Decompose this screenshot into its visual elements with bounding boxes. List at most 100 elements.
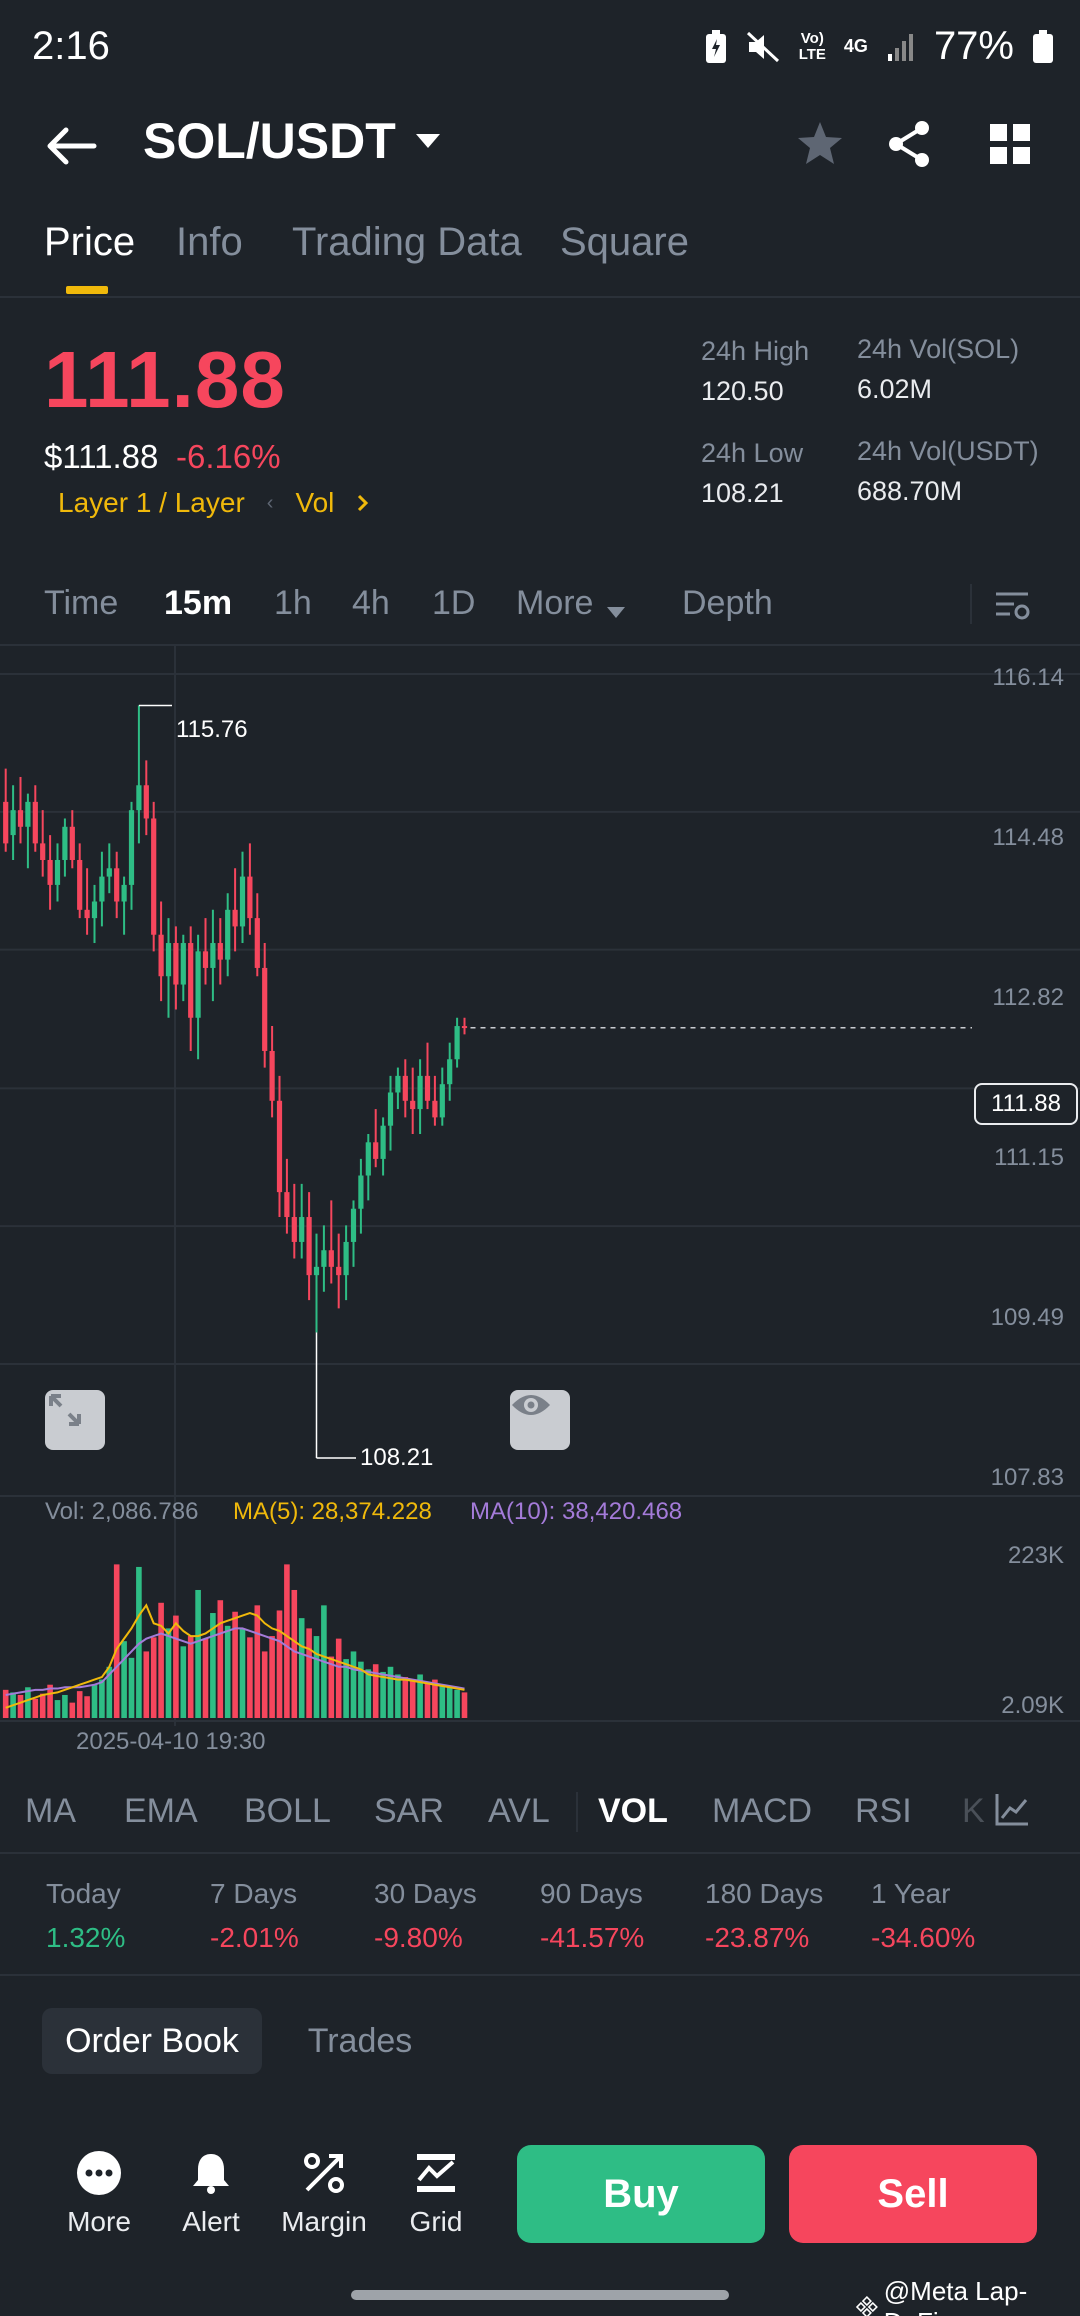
indicator-ma[interactable]: MA [25, 1792, 76, 1831]
candle-body [32, 801, 38, 844]
candle-body [387, 1092, 394, 1126]
candle-body [210, 943, 216, 968]
vol-value-label: Vol: 2,086.786 [45, 1498, 199, 1525]
perf-label: 7 Days [210, 1878, 298, 1909]
more-caret-icon[interactable] [606, 606, 626, 620]
volume-bar [180, 1646, 187, 1718]
back-arrow-icon[interactable] [44, 116, 104, 176]
grid-bot-icon [417, 2154, 455, 2192]
tab-square[interactable]: Square [560, 220, 689, 265]
fullscreen-button[interactable] [45, 1390, 105, 1450]
perf-value: 1.32% [46, 1922, 126, 1953]
candle-body [291, 1217, 297, 1242]
vol-axis-bottom: 2.09K [1001, 1692, 1064, 1719]
tab-price[interactable]: Price [44, 220, 135, 265]
perf-label: 180 Days [705, 1878, 824, 1909]
volume-bar [254, 1605, 261, 1718]
interval-15m[interactable]: 15m [164, 584, 232, 623]
kline-chart[interactable]: 116.14 114.48 112.82 111.15 109.49 107.8… [0, 646, 1080, 1761]
candle-body [69, 826, 75, 860]
indicator-macd[interactable]: MACD [712, 1792, 812, 1831]
grid-button[interactable]: Grid [386, 2150, 486, 2238]
layer-tag[interactable]: Layer 1 / Layer [58, 487, 245, 519]
perf-label: 90 Days [540, 1878, 643, 1909]
visibility-button[interactable] [510, 1390, 570, 1450]
volume-bar [313, 1636, 320, 1718]
margin-button[interactable]: Margin [274, 2150, 374, 2238]
volume-bar [380, 1671, 386, 1718]
caret-down-icon [415, 134, 440, 148]
active-tab-indicator [66, 286, 108, 294]
indicator-ema[interactable]: EMA [124, 1792, 198, 1831]
y-axis-label: 109.49 [990, 1304, 1064, 1331]
candle-body [321, 1250, 327, 1267]
candle-body [461, 1026, 468, 1029]
high-label: 24h High [701, 336, 810, 366]
ma5-label: MA(5): 28,374.228 [233, 1498, 432, 1525]
sell-button[interactable]: Sell [789, 2145, 1037, 2243]
interval-time[interactable]: Time [44, 584, 118, 623]
candle-body [299, 1217, 305, 1242]
tab-info[interactable]: Info [176, 220, 243, 265]
vol-usdt-label: 24h Vol(USDT) [857, 436, 1039, 466]
tab-order-book[interactable]: Order Book [42, 2008, 262, 2074]
volume-bar [454, 1689, 460, 1718]
candle-body [128, 810, 135, 885]
vol-sol-label: 24h Vol(SOL) [857, 334, 1020, 364]
chart-settings-icon[interactable] [992, 586, 1032, 626]
chevron-right-icon[interactable] [356, 493, 370, 513]
candle-body [454, 1026, 460, 1060]
interval-4h[interactable]: 4h [352, 584, 390, 623]
volume-bar [150, 1637, 157, 1718]
interval-1h[interactable]: 1h [274, 584, 312, 623]
indicator-rsi[interactable]: RSI [855, 1792, 912, 1831]
high-value: 120.50 [701, 376, 784, 406]
alert-label: Alert [182, 2206, 240, 2237]
candle-body [410, 1100, 416, 1110]
indicator-k[interactable]: K [962, 1792, 985, 1831]
indicator-settings-icon[interactable] [992, 1790, 1032, 1830]
candle-body [402, 1075, 408, 1101]
indicator-vol[interactable]: VOL [598, 1792, 668, 1831]
candle-body [202, 951, 209, 968]
usd-price: $111.88 [44, 438, 159, 475]
indicator-avl[interactable]: AVL [488, 1792, 550, 1831]
volte-icon: Vo) LTE [798, 29, 826, 63]
grid-menu-icon[interactable] [980, 114, 1040, 174]
candle-body [373, 1142, 379, 1159]
interval-depth[interactable]: Depth [682, 584, 773, 623]
vol-tag[interactable]: Vol [295, 487, 334, 519]
alert-button[interactable]: Alert [161, 2150, 261, 2238]
candle-body [313, 1266, 320, 1276]
indicator-sar[interactable]: SAR [374, 1792, 444, 1831]
candle-body [25, 801, 31, 827]
more-button[interactable]: More [49, 2150, 149, 2238]
volume-bar [298, 1618, 305, 1718]
volume-bar [143, 1651, 150, 1718]
perf-label: Today [46, 1878, 121, 1909]
tab-trading-data[interactable]: Trading Data [292, 220, 522, 265]
interval-more[interactable]: More [516, 584, 593, 623]
volume-bar [446, 1687, 453, 1718]
interval-bar: Time 15m 1h 4h 1D More Depth [0, 570, 1080, 646]
interval-1d[interactable]: 1D [432, 584, 475, 623]
high-marker-label: 115.76 [176, 716, 248, 743]
grid-label: Grid [409, 2206, 463, 2237]
divider [970, 584, 972, 624]
indicator-boll[interactable]: BOLL [244, 1792, 331, 1831]
share-icon[interactable] [880, 114, 940, 174]
candle-body [10, 810, 16, 836]
pair-selector[interactable]: SOL/USDT [143, 112, 442, 170]
star-icon[interactable] [790, 114, 850, 174]
vol-sol-value: 6.02M [857, 374, 933, 404]
indicator-bar: MA EMA BOLL SAR AVL VOL MACD RSI K [0, 1770, 1080, 1854]
tab-trades[interactable]: Trades [290, 2008, 430, 2074]
home-indicator[interactable] [351, 2290, 729, 2300]
margin-label: Margin [281, 2206, 367, 2237]
mute-icon [746, 31, 779, 62]
candle-body [173, 943, 179, 985]
buy-button[interactable]: Buy [517, 2145, 765, 2243]
volume-bar [202, 1638, 209, 1718]
candle-body [84, 909, 90, 919]
volume-bar [121, 1641, 127, 1718]
